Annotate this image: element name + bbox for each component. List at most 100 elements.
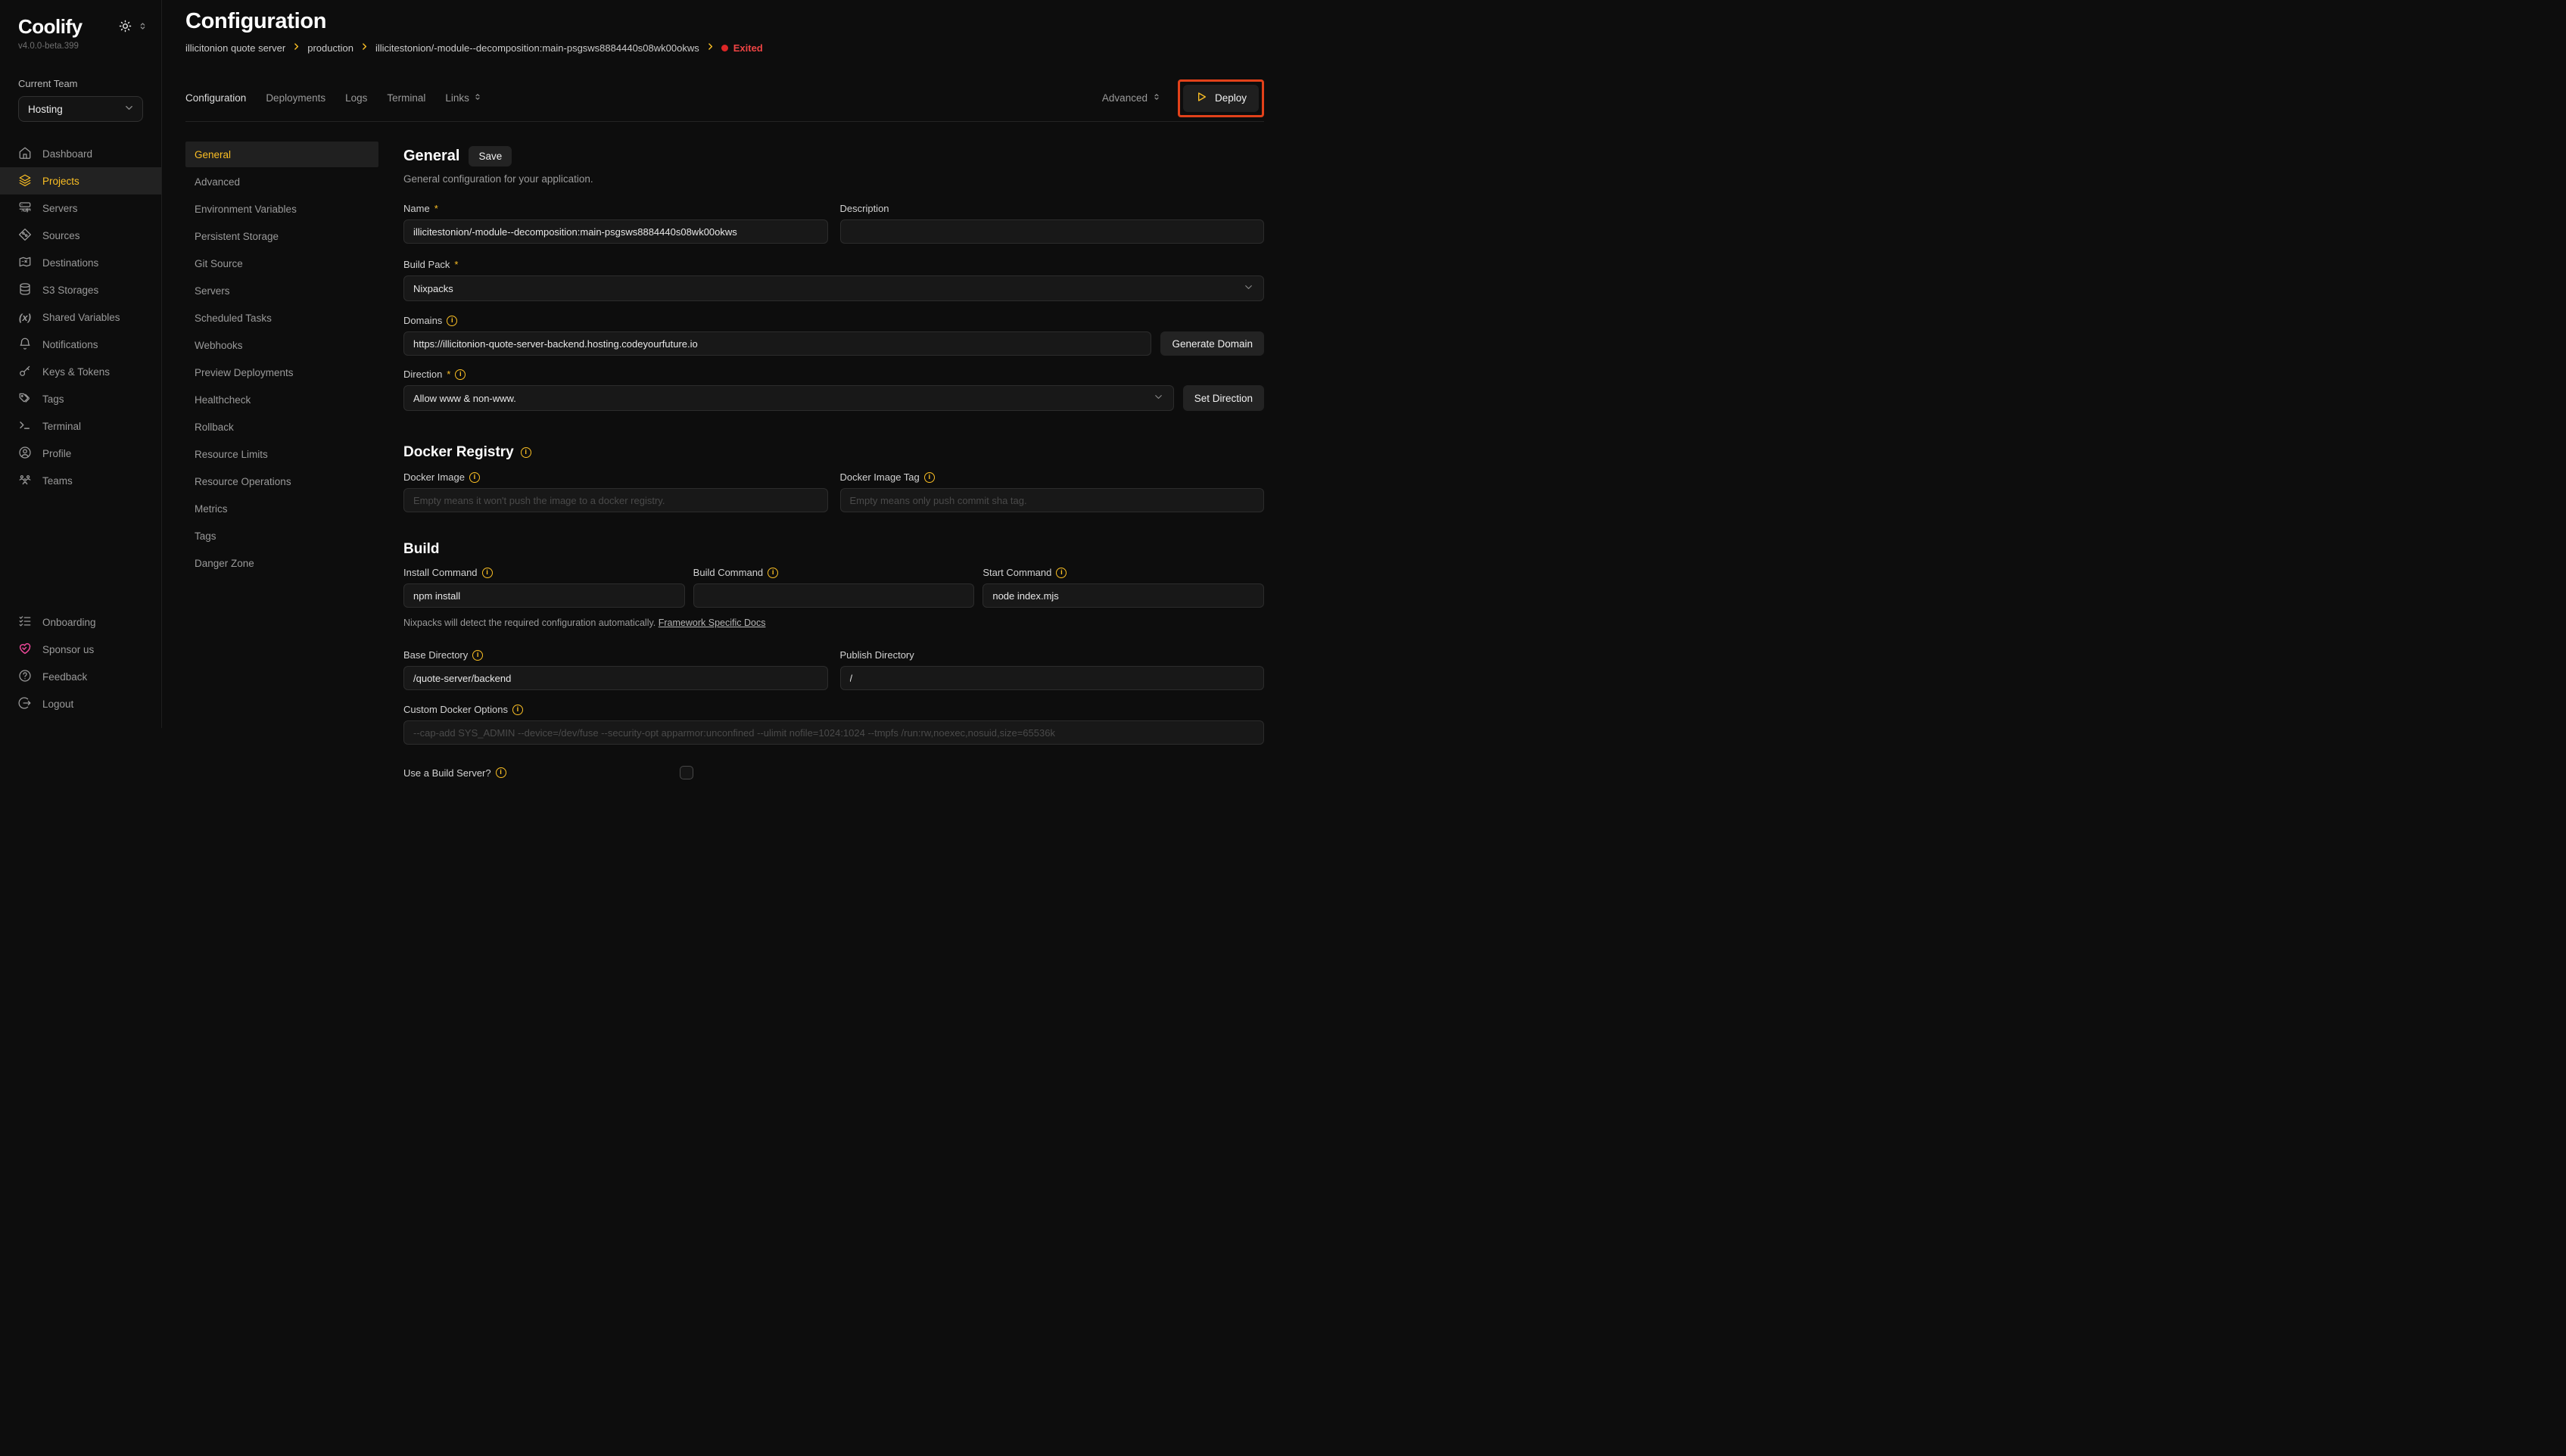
- team-select[interactable]: Hosting: [18, 96, 143, 122]
- install-command-input[interactable]: [403, 583, 685, 608]
- sidebar-item-teams[interactable]: Teams: [0, 467, 161, 494]
- subnav-advanced[interactable]: Advanced: [185, 169, 378, 194]
- set-direction-button[interactable]: Set Direction: [1183, 385, 1264, 411]
- direction-label: Direction* i: [403, 369, 1264, 380]
- sidebar-item-logout[interactable]: Logout: [0, 690, 161, 717]
- sidebar-item-shared-variables[interactable]: (x) Shared Variables: [0, 303, 161, 331]
- chevron-right-icon: [360, 42, 369, 54]
- sidebar-item-feedback[interactable]: Feedback: [0, 663, 161, 690]
- name-input[interactable]: [403, 219, 828, 244]
- build-pack-label: Build Pack*: [403, 259, 1264, 270]
- variables-icon: (x): [18, 312, 32, 323]
- logout-icon: [18, 696, 32, 712]
- play-icon: [1195, 91, 1207, 105]
- info-icon: i: [768, 568, 778, 578]
- publish-directory-label: Publish Directory: [840, 649, 1265, 661]
- custom-docker-options-input[interactable]: [403, 720, 1264, 745]
- sidebar-item-servers[interactable]: Servers: [0, 194, 161, 222]
- info-icon: i: [482, 568, 493, 578]
- build-pack-select[interactable]: Nixpacks: [403, 275, 1264, 301]
- tab-links[interactable]: Links: [445, 92, 482, 104]
- subnav-healthcheck[interactable]: Healthcheck: [185, 387, 378, 412]
- status-dot-icon: [721, 45, 728, 51]
- chevron-right-icon: [705, 42, 715, 54]
- status-text: Exited: [733, 42, 763, 54]
- sidebar-item-s3-storages[interactable]: S3 Storages: [0, 276, 161, 303]
- save-button[interactable]: Save: [469, 146, 512, 166]
- publish-directory-input[interactable]: [840, 666, 1265, 690]
- tab-deployments[interactable]: Deployments: [266, 92, 325, 104]
- description-input[interactable]: [840, 219, 1265, 244]
- info-icon: i: [924, 472, 935, 483]
- sidebar-item-notifications[interactable]: Notifications: [0, 331, 161, 358]
- sidebar-item-onboarding[interactable]: Onboarding: [0, 608, 161, 636]
- layers-icon: [18, 173, 32, 189]
- generate-domain-button[interactable]: Generate Domain: [1160, 331, 1264, 356]
- sidebar-item-tags[interactable]: Tags: [0, 385, 161, 412]
- info-icon: i: [455, 369, 466, 380]
- docker-image-tag-input[interactable]: [840, 488, 1265, 512]
- sidebar-item-profile[interactable]: Profile: [0, 440, 161, 467]
- chevron-down-icon: [1153, 391, 1164, 405]
- subnav-metrics[interactable]: Metrics: [185, 496, 378, 521]
- docker-image-tag-label: Docker Image Tag i: [840, 471, 1265, 483]
- breadcrumb-project[interactable]: illicitonion quote server: [185, 42, 285, 54]
- subnav-git-source[interactable]: Git Source: [185, 250, 378, 276]
- advanced-menu[interactable]: Advanced: [1102, 92, 1161, 104]
- subnav-preview-deployments[interactable]: Preview Deployments: [185, 359, 378, 385]
- subnav-danger-zone[interactable]: Danger Zone: [185, 550, 378, 576]
- subnav-general[interactable]: General: [185, 142, 378, 167]
- team-select-value: Hosting: [28, 104, 63, 115]
- subnav-resource-operations[interactable]: Resource Operations: [185, 468, 378, 494]
- sidebar-item-sponsor-us[interactable]: Sponsor us: [0, 636, 161, 663]
- chevrons-up-down-icon: [473, 92, 482, 104]
- nixpacks-helper-text: Nixpacks will detect the required config…: [403, 618, 1264, 628]
- subnav-webhooks[interactable]: Webhooks: [185, 332, 378, 358]
- sidebar-item-terminal[interactable]: Terminal: [0, 412, 161, 440]
- subnav-tags[interactable]: Tags: [185, 523, 378, 549]
- subnav-servers[interactable]: Servers: [185, 278, 378, 303]
- users-icon: [18, 473, 32, 489]
- subnav-resource-limits[interactable]: Resource Limits: [185, 441, 378, 467]
- info-icon: i: [469, 472, 480, 483]
- name-label: Name*: [403, 203, 828, 214]
- sidebar-item-keys-tokens[interactable]: Keys & Tokens: [0, 358, 161, 385]
- chevron-down-icon: [123, 102, 135, 116]
- tab-configuration[interactable]: Configuration: [185, 92, 246, 104]
- direction-select[interactable]: Allow www & non-www.: [403, 385, 1174, 411]
- install-command-label: Install Command i: [403, 567, 685, 578]
- home-icon: [18, 146, 32, 162]
- breadcrumb-application[interactable]: illicitestonion/-module--decomposition:m…: [375, 42, 699, 54]
- build-pack-value: Nixpacks: [413, 283, 453, 294]
- checklist-icon: [18, 614, 32, 630]
- breadcrumb-environment[interactable]: production: [307, 42, 353, 54]
- git-icon: [18, 228, 32, 244]
- subnav-persistent-storage[interactable]: Persistent Storage: [185, 223, 378, 249]
- tab-logs[interactable]: Logs: [345, 92, 367, 104]
- use-build-server-checkbox[interactable]: [680, 766, 693, 779]
- subnav-scheduled-tasks[interactable]: Scheduled Tasks: [185, 305, 378, 331]
- start-command-input[interactable]: [982, 583, 1264, 608]
- custom-docker-options-label: Custom Docker Options i: [403, 704, 1264, 715]
- tab-terminal[interactable]: Terminal: [387, 92, 425, 104]
- start-command-label: Start Command i: [982, 567, 1264, 578]
- sidebar-item-projects[interactable]: Projects: [0, 167, 161, 194]
- subnav-rollback[interactable]: Rollback: [185, 414, 378, 440]
- theme-selector-chevrons-icon[interactable]: [138, 21, 148, 33]
- breadcrumb: illicitonion quote server production ill…: [185, 42, 1264, 54]
- sidebar-item-dashboard[interactable]: Dashboard: [0, 140, 161, 167]
- sidebar-footer-nav: Onboarding Sponsor us Feedback Logout: [0, 608, 161, 728]
- sidebar-item-sources[interactable]: Sources: [0, 222, 161, 249]
- framework-docs-link[interactable]: Framework Specific Docs: [659, 618, 766, 628]
- bell-icon: [18, 337, 32, 353]
- sidebar-item-destinations[interactable]: Destinations: [0, 249, 161, 276]
- build-command-input[interactable]: [693, 583, 975, 608]
- terminal-icon: [18, 418, 32, 434]
- deploy-button[interactable]: Deploy: [1183, 85, 1259, 112]
- docker-image-input[interactable]: [403, 488, 828, 512]
- base-directory-input[interactable]: [403, 666, 828, 690]
- theme-sun-icon[interactable]: [119, 20, 132, 35]
- subnav-environment-variables[interactable]: Environment Variables: [185, 196, 378, 222]
- domains-input[interactable]: [403, 331, 1151, 356]
- docker-image-label: Docker Image i: [403, 471, 828, 483]
